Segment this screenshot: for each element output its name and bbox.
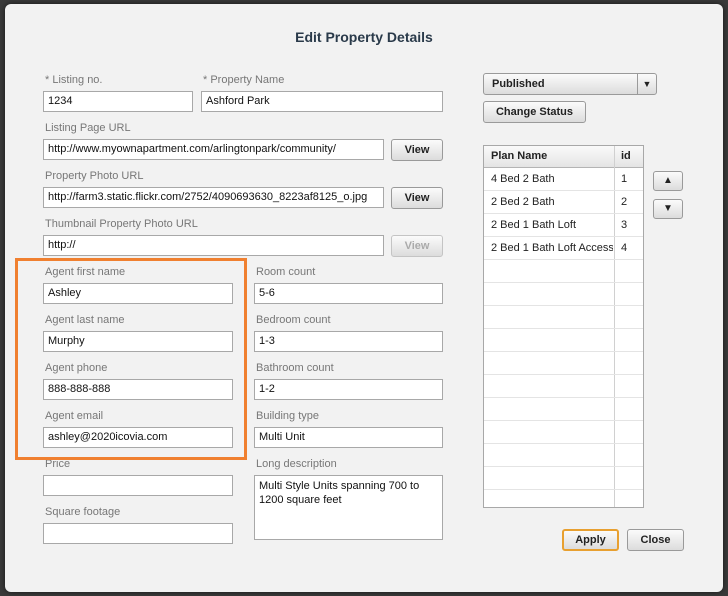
plan-name-cell: 4 Bed 2 Bath [491,173,555,185]
status-select[interactable]: Published ▼ [483,73,657,95]
agent-phone-input[interactable]: 888-888-888 [43,379,233,400]
building-type-label: Building type [256,410,319,422]
listing-no-label: * Listing no. [45,74,103,86]
view-thumb-button[interactable]: View [391,235,443,257]
table-row-empty [484,398,643,421]
chevron-down-icon[interactable]: ▼ [637,74,656,94]
arrow-down-icon: ▼ [663,203,673,214]
listing-url-input[interactable]: http://www.myownapartment.com/arlingtonp… [43,139,384,160]
table-row-empty [484,467,643,490]
agent-last-label: Agent last name [45,314,125,326]
status-selected-value: Published [492,78,545,90]
dialog-title: Edit Property Details [295,29,433,45]
apply-button[interactable]: Apply [562,529,619,551]
bedroom-count-input[interactable]: 1-3 [254,331,443,352]
room-count-input[interactable]: 5-6 [254,283,443,304]
price-input[interactable] [43,475,233,496]
agent-phone-label: Agent phone [45,362,108,374]
table-row-empty [484,329,643,352]
plan-name-cell: 2 Bed 1 Bath Loft Access [491,242,613,254]
plan-name-cell: 2 Bed 2 Bath [491,196,555,208]
room-count-label: Room count [256,266,316,278]
table-row-empty [484,421,643,444]
thumb-url-input[interactable]: http:// [43,235,384,256]
agent-email-label: Agent email [45,410,104,422]
agent-first-input[interactable]: Ashley [43,283,233,304]
table-row-empty [484,306,643,329]
long-description-label: Long description [256,458,337,470]
agent-last-input[interactable]: Murphy [43,331,233,352]
property-name-input[interactable]: Ashford Park [201,91,443,112]
thumb-url-label: Thumbnail Property Photo URL [45,218,198,230]
building-type-input[interactable]: Multi Unit [254,427,443,448]
view-photo-button[interactable]: View [391,187,443,209]
square-footage-input[interactable] [43,523,233,544]
table-row[interactable]: 2 Bed 1 Bath Loft 3 [484,214,643,237]
arrow-up-icon: ▲ [663,175,673,186]
table-row[interactable]: 2 Bed 1 Bath Loft Access 4 [484,237,643,260]
plan-id-cell: 4 [621,242,628,254]
bedroom-count-label: Bedroom count [256,314,331,326]
table-row-empty [484,444,643,467]
close-button[interactable]: Close [627,529,684,551]
table-row-empty [484,352,643,375]
plans-table-header: Plan Name id [484,146,643,168]
bathroom-count-input[interactable]: 1-2 [254,379,443,400]
table-row-empty [484,260,643,283]
plan-id-cell: 3 [621,219,628,231]
plan-name-cell: 2 Bed 1 Bath Loft [491,219,577,231]
long-description-textarea[interactable]: Multi Style Units spanning 700 to 1200 s… [254,475,443,540]
table-row-empty [484,283,643,306]
agent-first-label: Agent first name [45,266,126,278]
move-up-button[interactable]: ▲ [653,171,683,191]
photo-url-label: Property Photo URL [45,170,144,182]
square-footage-label: Square footage [45,506,121,518]
table-row[interactable]: 2 Bed 2 Bath 2 [484,191,643,214]
listing-no-input[interactable]: 1234 [43,91,193,112]
property-name-label: * Property Name [203,74,285,86]
photo-url-input[interactable]: http://farm3.static.flickr.com/2752/4090… [43,187,384,208]
column-header-plan-name[interactable]: Plan Name [491,146,613,167]
plan-id-cell: 1 [621,173,628,185]
price-label: Price [45,458,71,470]
table-row[interactable]: 4 Bed 2 Bath 1 [484,168,643,191]
bathroom-count-label: Bathroom count [256,362,334,374]
listing-url-label: Listing Page URL [45,122,131,134]
column-header-id[interactable]: id [621,146,631,167]
view-listing-button[interactable]: View [391,139,443,161]
table-row-empty [484,375,643,398]
move-down-button[interactable]: ▼ [653,199,683,219]
change-status-button[interactable]: Change Status [483,101,586,123]
agent-email-input[interactable]: ashley@2020icovia.com [43,427,233,448]
plan-id-cell: 2 [621,196,628,208]
plans-table: Plan Name id 4 Bed 2 Bath 1 2 Bed 2 Bath… [483,145,644,508]
